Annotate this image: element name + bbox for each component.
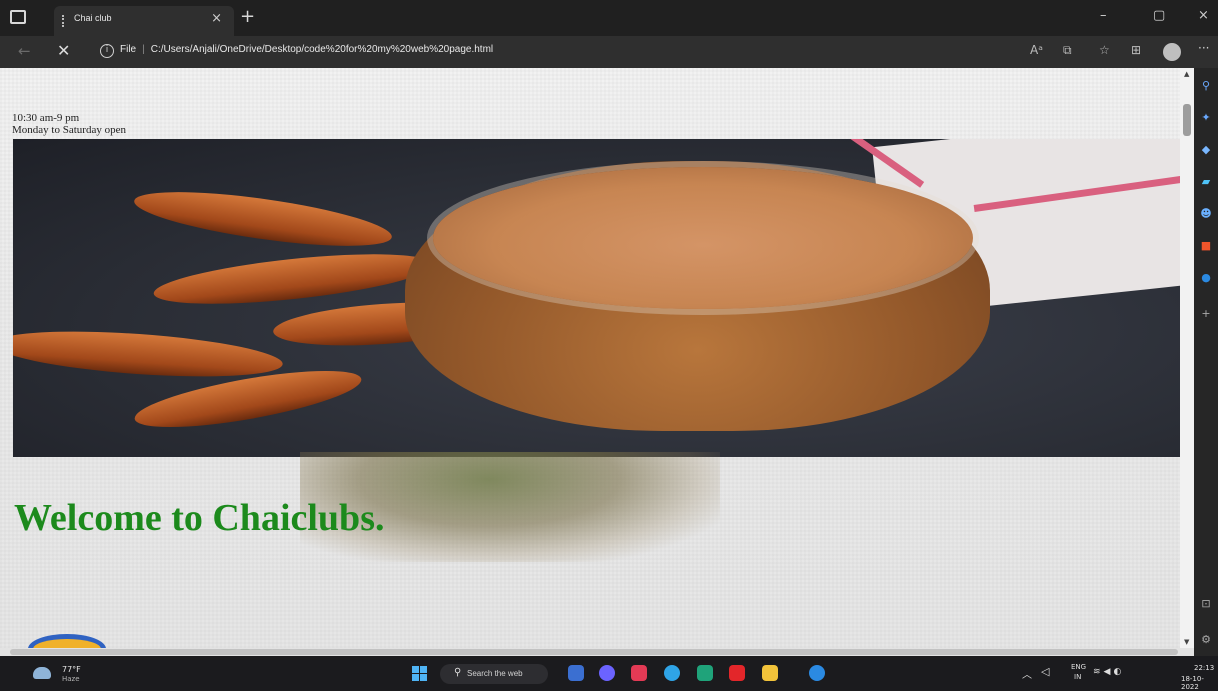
people-icon[interactable]: ☻ (1200, 208, 1212, 220)
welcome-heading: Welcome to Chaiclubs. (14, 497, 385, 539)
copilot-icon[interactable]: ✦ (1200, 112, 1212, 124)
read-aloud-icon[interactable]: Aᵃ (1030, 43, 1043, 57)
network-volume-battery-icons[interactable]: ≋◀◐ (1093, 667, 1124, 677)
mcafee-app-icon[interactable] (631, 665, 647, 681)
split-screen-icon[interactable]: ⊡ (1200, 598, 1212, 610)
tab-favicon-icon (62, 15, 66, 27)
edge-app-icon[interactable] (664, 665, 680, 681)
location-icon[interactable]: ◁ (1041, 665, 1049, 678)
maximize-button[interactable]: ▢ (1153, 8, 1165, 23)
address-bar: ← ✕ i File | C:/Users/Anjali/OneDrive/Desk… (0, 36, 1218, 68)
scroll-down-icon[interactable]: ▼ (1184, 638, 1189, 646)
tab-title: Chai club (74, 13, 112, 23)
horizontal-scrollbar[interactable] (0, 648, 1194, 656)
stop-loading-button[interactable]: ✕ (57, 41, 70, 60)
opening-hours: 10:30 am-9 pm Monday to Saturday open (12, 112, 126, 136)
chai-surface (433, 167, 973, 309)
taskbar-search[interactable]: ⚲ Search the web (440, 664, 548, 684)
more-icon[interactable]: ··· (1198, 41, 1209, 55)
teams-app-icon[interactable] (599, 665, 615, 681)
page-viewport: 10:30 am-9 pm Monday to Saturday open We… (0, 68, 1180, 648)
url-path: C:/Users/Anjali/OneDrive/Desktop/code%20… (150, 44, 494, 55)
store-app-icon[interactable] (697, 665, 713, 681)
site-info-icon[interactable]: i (100, 44, 114, 58)
vertical-scroll-thumb[interactable] (1183, 104, 1191, 136)
favorites-icon[interactable]: ☆ (1099, 43, 1110, 57)
weather-icon[interactable] (33, 667, 51, 679)
tools-icon[interactable]: ▰ (1200, 176, 1212, 188)
tab-chai-club[interactable]: Chai club × (54, 6, 234, 36)
workspaces-icon[interactable] (10, 10, 26, 24)
tab-close-icon[interactable]: × (211, 11, 222, 26)
cinnamon-stick (13, 323, 285, 385)
back-button[interactable]: ← (18, 42, 31, 60)
start-button[interactable] (412, 666, 427, 681)
url-separator: | (142, 44, 145, 55)
minimize-button[interactable]: – (1100, 8, 1107, 23)
vscode-app-icon[interactable] (809, 665, 825, 681)
profile-icon[interactable] (1163, 43, 1181, 61)
language-indicator[interactable]: ENG (1071, 663, 1086, 671)
horizontal-scroll-thumb[interactable] (10, 649, 1178, 655)
close-window-button[interactable]: × (1198, 8, 1209, 23)
url-field[interactable]: File | C:/Users/Anjali/OneDrive/Desktop/co… (120, 44, 493, 55)
collections-icon[interactable]: ⊞ (1131, 43, 1141, 57)
weather-temperature[interactable]: 77°F (62, 665, 81, 674)
logo-partial (28, 634, 106, 648)
tray-overflow-icon[interactable]: ︿ (1022, 666, 1032, 681)
scroll-up-icon[interactable]: ▲ (1184, 70, 1189, 78)
file-manager-app-icon[interactable] (568, 665, 584, 681)
explorer-app-icon[interactable] (762, 665, 778, 681)
cinnamon-stick (131, 181, 395, 257)
outlook-icon[interactable]: ● (1200, 272, 1212, 284)
shopping-tag-icon[interactable]: ◆ (1200, 144, 1212, 156)
office-icon[interactable]: ■ (1200, 240, 1212, 252)
tab-actions-icon[interactable]: ⧉ (1063, 43, 1072, 58)
wps-app-icon[interactable] (729, 665, 745, 681)
search-glass-icon: ⚲ (454, 667, 462, 678)
vertical-scrollbar[interactable]: ▲ ▼ (1180, 68, 1194, 648)
edge-sidebar: ⚲ ✦ ◆ ▰ ☻ ■ ● + ⊡ ⚙ (1194, 68, 1218, 656)
tab-bar: Chai club × + – ▢ × (0, 0, 1218, 36)
hero-chai-image (13, 139, 1180, 457)
search-placeholder: Search the web (467, 669, 523, 678)
taskbar: 77°F Haze ⚲ Search the web ︿ ◁ ENG IN ≋◀… (0, 656, 1218, 691)
days-text: Monday to Saturday open (12, 124, 126, 136)
clock-time[interactable]: 22:13 (1194, 664, 1214, 672)
search-icon[interactable]: ⚲ (1200, 80, 1212, 92)
url-scheme-label: File (120, 44, 137, 55)
hours-text: 10:30 am-9 pm (12, 112, 80, 124)
weather-condition[interactable]: Haze (62, 675, 80, 683)
clock-date[interactable]: 18-10-2022 (1181, 675, 1218, 691)
add-icon[interactable]: + (1200, 308, 1212, 320)
settings-icon[interactable]: ⚙ (1200, 634, 1212, 646)
language-region[interactable]: IN (1074, 673, 1081, 681)
new-tab-button[interactable]: + (240, 6, 255, 27)
